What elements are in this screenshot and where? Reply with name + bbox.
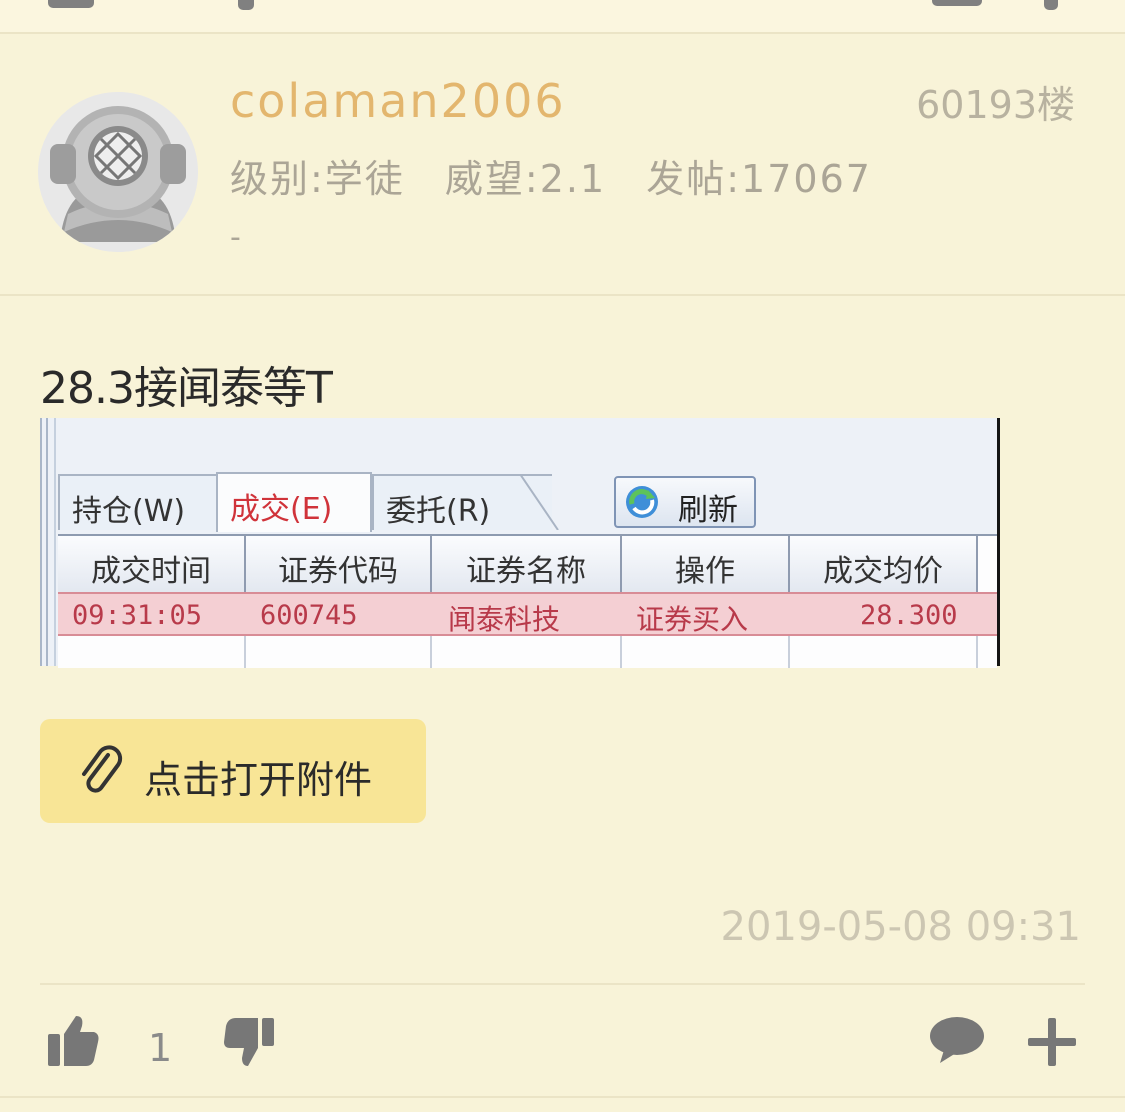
comment-icon-fragment[interactable] xyxy=(932,0,982,6)
refresh-label: 刷新 xyxy=(678,493,738,528)
column-header[interactable]: 操作 xyxy=(622,536,790,592)
open-attachment-button[interactable]: 点击打开附件 xyxy=(40,719,426,823)
dislike-icon-fragment[interactable] xyxy=(238,0,254,10)
previous-post-action-bar xyxy=(0,0,1125,34)
image-frame-line xyxy=(54,418,56,666)
plus-icon[interactable] xyxy=(1026,1016,1078,1068)
avg-price: 28.300 xyxy=(860,600,958,631)
avatar[interactable] xyxy=(38,92,198,252)
username[interactable]: colaman2006 xyxy=(230,74,566,128)
column-divider xyxy=(620,636,622,668)
column-divider xyxy=(788,636,790,668)
tab-holdings[interactable]: 持仓(W) xyxy=(58,474,218,530)
column-divider xyxy=(430,636,432,668)
refresh-icon xyxy=(626,486,658,518)
footer-divider xyxy=(40,983,1085,985)
plus-icon-fragment[interactable] xyxy=(1044,0,1058,10)
header-divider xyxy=(0,294,1125,296)
diving-helmet-icon xyxy=(38,92,198,252)
bottom-divider xyxy=(0,1096,1125,1098)
image-frame-line xyxy=(46,418,48,666)
user-signature: - xyxy=(230,220,241,255)
user-stats: 级别:学徒 威望:2.1 发帖:17067 xyxy=(230,148,898,203)
column-header[interactable]: 证券名称 xyxy=(432,536,622,592)
thumbs-down-icon[interactable] xyxy=(222,1018,276,1068)
tab-trades[interactable]: 成交(E) xyxy=(216,472,372,532)
trade-time: 09:31:05 xyxy=(72,600,203,631)
image-frame-line xyxy=(40,418,42,666)
column-divider xyxy=(976,636,978,668)
refresh-button[interactable]: 刷新 xyxy=(614,476,756,528)
security-code: 600745 xyxy=(260,600,358,631)
column-divider xyxy=(244,636,246,668)
user-level: 级别:学徒 xyxy=(230,157,405,201)
like-icon-fragment[interactable] xyxy=(48,0,94,8)
column-header[interactable]: 成交时间 xyxy=(58,536,246,592)
comment-bubble-icon[interactable] xyxy=(928,1016,986,1064)
like-count: 1 xyxy=(148,1026,173,1070)
trade-operation: 证券买入 xyxy=(636,603,749,636)
security-name: 闻泰科技 xyxy=(448,603,561,636)
tab-slant xyxy=(520,474,559,530)
trades-table: 成交时间 证券代码 证券名称 操作 成交均价 09:31:05 600745 闻… xyxy=(58,534,997,668)
floor-number: 60193楼 xyxy=(916,83,1075,127)
column-header[interactable]: 成交均价 xyxy=(790,536,978,592)
paperclip-icon xyxy=(82,745,123,793)
post-content: 28.3接闻泰等T xyxy=(40,363,333,414)
attachment-label: 点击打开附件 xyxy=(144,758,373,802)
user-post-count: 发帖:17067 xyxy=(646,157,872,201)
thumbs-up-icon[interactable] xyxy=(46,1012,100,1068)
post-timestamp: 2019-05-08 09:31 xyxy=(720,904,1081,950)
user-prestige: 威望:2.1 xyxy=(444,157,607,201)
table-row[interactable]: 09:31:05 600745 闻泰科技 证券买入 28.300 xyxy=(58,592,997,636)
column-header[interactable]: 证券代码 xyxy=(246,536,432,592)
